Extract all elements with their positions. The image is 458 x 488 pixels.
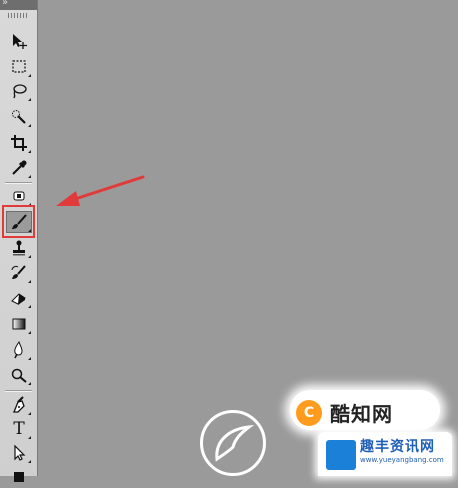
watermark-brand-name: 酷知网	[330, 402, 393, 426]
watermark-site-url: www.yueyangbang.com	[360, 456, 444, 464]
watermark-brand-logo: C	[296, 400, 322, 426]
watermark-site-name: 趣丰资讯网	[360, 439, 435, 455]
watermark-circle-logo	[200, 410, 266, 476]
leaf-icon	[215, 424, 255, 462]
site-logo-icon	[326, 440, 356, 470]
